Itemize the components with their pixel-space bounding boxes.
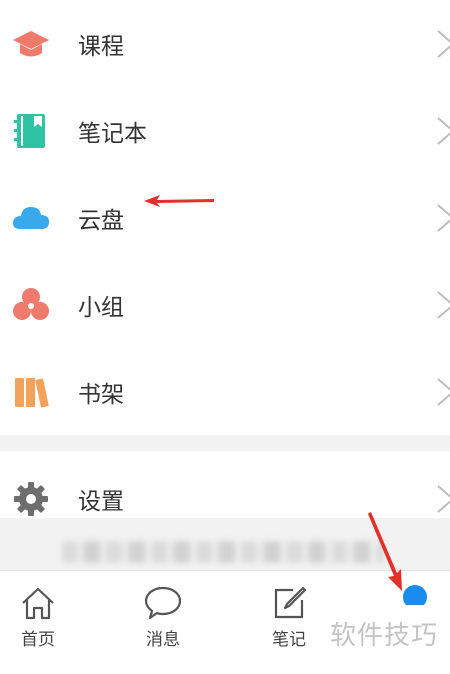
- menu-item-notebook[interactable]: 笔记本: [0, 87, 450, 174]
- tab-home[interactable]: 首页: [3, 583, 73, 650]
- menu-item-label: 设置: [78, 489, 124, 515]
- edit-note-icon: [274, 586, 307, 619]
- menu-item-courses[interactable]: 课程: [0, 0, 450, 87]
- tab-notes[interactable]: 笔记: [254, 583, 324, 650]
- graduation-cap-icon: [12, 25, 50, 63]
- gear-icon: [12, 480, 50, 518]
- tab-label: 首页: [21, 630, 55, 650]
- tab-messages[interactable]: 消息: [128, 583, 198, 650]
- menu-item-groups[interactable]: 小组: [0, 261, 450, 348]
- group-icon: [12, 286, 50, 324]
- tab-label: 笔记: [272, 630, 306, 650]
- chevron-right-icon: [436, 29, 450, 59]
- notebook-icon: [12, 112, 50, 150]
- cloud-icon: [12, 199, 50, 237]
- chat-bubble-icon: [144, 586, 182, 620]
- chevron-right-icon: [436, 116, 450, 146]
- chevron-right-icon: [436, 377, 450, 407]
- annotation-arrow-down: [368, 512, 402, 591]
- menu-item-label: 书架: [78, 381, 124, 408]
- menu-item-label: 小组: [78, 294, 124, 321]
- section-divider: [0, 435, 450, 451]
- chevron-right-icon: [436, 290, 450, 320]
- bookshelf-icon: [12, 373, 50, 411]
- menu-item-label: 笔记本: [78, 120, 147, 147]
- annotation-arrow-left: [144, 195, 214, 207]
- tab-label: 消息: [146, 630, 180, 650]
- blurred-account-text: [62, 541, 384, 563]
- chevron-right-icon: [436, 203, 450, 233]
- menu-item-bookshelf[interactable]: 书架: [0, 348, 450, 435]
- home-icon: [22, 587, 54, 620]
- chevron-right-icon: [436, 484, 450, 514]
- watermark: 软件技巧: [318, 605, 450, 667]
- menu-item-label: 课程: [78, 33, 124, 60]
- menu-item-cloud-drive[interactable]: 云盘: [0, 174, 450, 261]
- side-menu: 课程 笔记本 云盘 小组 书架 设置: [0, 0, 450, 547]
- menu-item-label: 云盘: [78, 207, 124, 234]
